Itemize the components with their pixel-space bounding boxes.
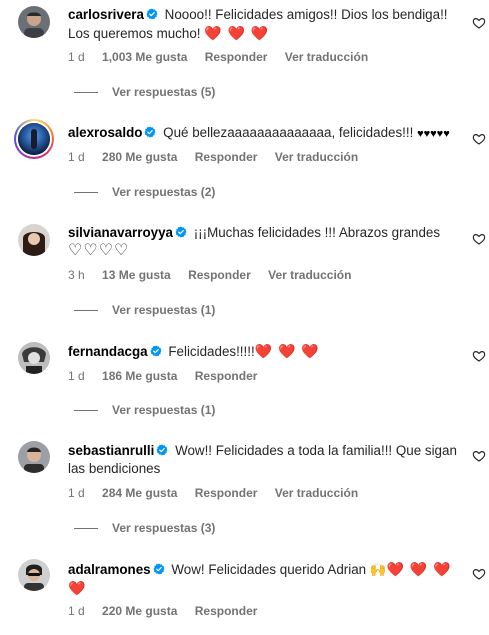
verified-badge-icon	[144, 126, 156, 138]
reply-button[interactable]: Responder	[195, 486, 258, 500]
view-replies-button[interactable]: Ver respuestas (5)	[74, 85, 215, 99]
comment-text: carlosrivera Noooo!! Felicidades amigos!…	[68, 6, 460, 43]
comment-time: 1 d	[68, 150, 85, 164]
like-heart-icon[interactable]	[472, 449, 486, 463]
comment-meta: 1 d 1,003 Me gusta Responder Ver traducc…	[68, 50, 382, 64]
heart-emojis: ❤️ ❤️ ❤️	[204, 25, 270, 41]
heart-emojis: ❤️ ❤️ ❤️	[386, 561, 452, 577]
verified-badge-icon	[150, 345, 162, 357]
comment-meta: 1 d 284 Me gusta Responder Ver traducció…	[68, 486, 372, 500]
comment-meta: 3 h 13 Me gusta Responder Ver traducción	[68, 268, 365, 282]
verified-badge-icon	[153, 563, 165, 575]
avatar[interactable]	[18, 342, 50, 374]
comment-body: Wow! Felicidades querido Adrian	[171, 562, 367, 577]
comment-time: 1 d	[68, 604, 85, 618]
raising-hands-emoji: 🙌	[369, 562, 387, 577]
likes-count[interactable]: 280 Me gusta	[102, 150, 177, 164]
reply-button[interactable]: Responder	[195, 604, 258, 618]
comment-body: Felicidades!!!!!	[168, 344, 255, 359]
verified-badge-icon	[175, 226, 187, 238]
username[interactable]: fernandacga	[68, 344, 148, 359]
heart-emojis: ♥♥♥♥♥	[417, 128, 450, 140]
reply-button[interactable]: Responder	[195, 150, 258, 164]
view-replies-label: Ver respuestas (3)	[112, 521, 216, 535]
comment-time: 1 d	[68, 486, 85, 500]
translate-button[interactable]: Ver traducción	[285, 50, 368, 64]
translate-button[interactable]: Ver traducción	[275, 150, 358, 164]
heart-emojis: ❤️	[68, 580, 87, 596]
reply-button[interactable]: Responder	[188, 268, 251, 282]
comment-text: alexrosaldo Qué bellezaaaaaaaaaaaaaa, fe…	[68, 124, 460, 143]
translate-button[interactable]: Ver traducción	[268, 268, 351, 282]
comment-text: silvianavarroyya ¡¡¡Muchas felicidades !…	[68, 224, 460, 260]
heart-emojis: ♡♡♡♡	[68, 242, 130, 259]
divider-line	[74, 527, 98, 529]
like-heart-icon[interactable]	[472, 232, 486, 246]
reply-button[interactable]: Responder	[195, 369, 258, 383]
view-replies-button[interactable]: Ver respuestas (1)	[74, 303, 215, 317]
comment-time: 1 d	[68, 369, 85, 383]
divider-line	[74, 309, 98, 311]
username[interactable]: silvianavarroyya	[68, 225, 173, 240]
username[interactable]: sebastianrulli	[68, 443, 154, 458]
verified-badge-icon	[156, 444, 168, 456]
comment-time: 3 h	[68, 268, 85, 282]
story-ring[interactable]	[14, 119, 54, 159]
comment-time: 1 d	[68, 50, 85, 64]
view-replies-label: Ver respuestas (5)	[112, 85, 216, 99]
avatar[interactable]	[18, 224, 50, 256]
likes-count[interactable]: 13 Me gusta	[102, 268, 171, 282]
comment-text: sebastianrulli Wow!! Felicidades a toda …	[68, 442, 460, 478]
like-heart-icon[interactable]	[472, 132, 486, 146]
likes-count[interactable]: 220 Me gusta	[102, 604, 177, 618]
comment-text: adalramones Wow! Felicidades querido Adr…	[68, 560, 460, 598]
like-heart-icon[interactable]	[472, 349, 486, 363]
comment-meta: 1 d 186 Me gusta Responder	[68, 369, 271, 383]
avatar[interactable]	[18, 559, 50, 591]
likes-count[interactable]: 1,003 Me gusta	[102, 50, 187, 64]
likes-count[interactable]: 284 Me gusta	[102, 486, 177, 500]
heart-emojis: ❤️ ❤️ ❤️	[254, 343, 320, 359]
username[interactable]: alexrosaldo	[68, 125, 142, 140]
view-replies-button[interactable]: Ver respuestas (1)	[74, 403, 215, 417]
view-replies-label: Ver respuestas (2)	[112, 185, 216, 199]
verified-badge-icon	[146, 8, 158, 20]
comment-meta: 1 d 280 Me gusta Responder Ver traducció…	[68, 150, 372, 164]
comment-body: ¡¡¡Muchas felicidades !!! Abrazos grande…	[193, 225, 441, 240]
reply-button[interactable]: Responder	[205, 50, 268, 64]
view-replies-label: Ver respuestas (1)	[112, 303, 216, 317]
translate-button[interactable]: Ver traducción	[275, 486, 358, 500]
like-heart-icon[interactable]	[472, 567, 486, 581]
view-replies-button[interactable]: Ver respuestas (3)	[74, 521, 215, 535]
divider-line	[74, 91, 98, 93]
comment-body: Qué bellezaaaaaaaaaaaaaa, felicidades!!!	[163, 125, 414, 140]
likes-count[interactable]: 186 Me gusta	[102, 369, 177, 383]
comment-meta: 1 d 220 Me gusta Responder	[68, 604, 271, 618]
avatar[interactable]	[18, 6, 50, 38]
avatar	[18, 123, 50, 155]
view-replies-button[interactable]: Ver respuestas (2)	[74, 185, 215, 199]
divider-line	[74, 191, 98, 193]
like-heart-icon[interactable]	[472, 16, 486, 30]
comment-text: fernandacga Felicidades!!!!!❤️ ❤️ ❤️	[68, 342, 460, 361]
username[interactable]: carlosrivera	[68, 7, 144, 22]
avatar[interactable]	[18, 441, 50, 473]
username[interactable]: adalramones	[68, 562, 151, 577]
divider-line	[74, 409, 98, 411]
view-replies-label: Ver respuestas (1)	[112, 403, 216, 417]
